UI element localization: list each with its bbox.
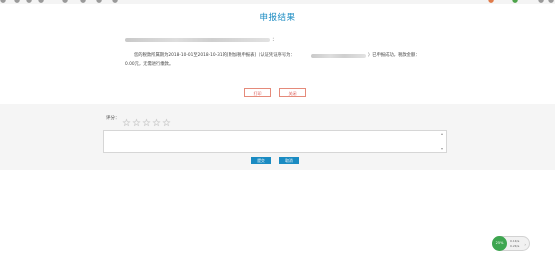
page-title: 申报结果 xyxy=(259,13,296,23)
print-button[interactable]: 打印 xyxy=(244,88,271,97)
chevron-right-icon: › xyxy=(524,242,526,247)
toolbar-icon[interactable]: ● xyxy=(80,0,86,4)
star-icon[interactable]: ☆ xyxy=(142,119,152,129)
textarea-scrollbar[interactable] xyxy=(441,132,445,151)
star-icon[interactable]: ☆ xyxy=(152,119,162,129)
toolbar-icon[interactable]: ● xyxy=(488,0,494,4)
toolbar-icon[interactable]: ● xyxy=(96,0,102,4)
result-message-line2: 0.00元，无需进行缴款。 xyxy=(125,62,174,67)
toolbar-icon[interactable]: ● xyxy=(14,0,20,4)
star-icon[interactable]: ☆ xyxy=(132,119,142,129)
toolbar-icon[interactable]: ● xyxy=(548,0,554,4)
toolbar-icon[interactable]: ● xyxy=(112,0,118,4)
star-icon[interactable]: ☆ xyxy=(122,119,132,129)
download-speed: 0.2K/s xyxy=(510,244,520,248)
toolbar-icon[interactable]: ● xyxy=(38,0,44,4)
comment-textarea[interactable] xyxy=(103,130,447,153)
toolbar-icon[interactable]: ● xyxy=(26,0,32,4)
browser-toolbar-strip: ● ● ● ● ● ● ● ● ● ● ● ● xyxy=(0,0,555,4)
redacted-serial xyxy=(311,54,366,58)
colon: ： xyxy=(272,37,278,43)
toolbar-icon[interactable]: ● xyxy=(538,0,544,4)
result-message-continued: ）已申报成功，税款金额： xyxy=(368,53,420,58)
result-message: 您的税款所属期为2018-10-01至2018-10-31的[附加税申报表]（认… xyxy=(134,53,295,58)
rating-label: 评分： xyxy=(106,116,120,121)
widget-status-circle: 25% xyxy=(492,236,507,251)
star-icon[interactable]: ☆ xyxy=(162,119,172,129)
scroll-down-icon[interactable] xyxy=(441,148,443,150)
upload-speed: 0.1K/s xyxy=(510,239,520,243)
toolbar-icon[interactable]: ● xyxy=(512,0,518,4)
toolbar-icon[interactable]: ● xyxy=(62,0,68,4)
network-speed-widget[interactable]: 25% 0.1K/s 0.2K/s › xyxy=(492,236,530,251)
star-rating: ☆☆☆☆☆ xyxy=(122,111,172,129)
submit-button[interactable]: 提交 xyxy=(251,157,271,164)
toolbar-icon[interactable]: ● xyxy=(0,0,6,4)
cancel-button[interactable]: 取消 xyxy=(279,157,299,164)
redacted-text xyxy=(125,38,270,42)
close-button[interactable]: 关闭 xyxy=(279,88,306,97)
scroll-up-icon[interactable] xyxy=(441,133,443,135)
